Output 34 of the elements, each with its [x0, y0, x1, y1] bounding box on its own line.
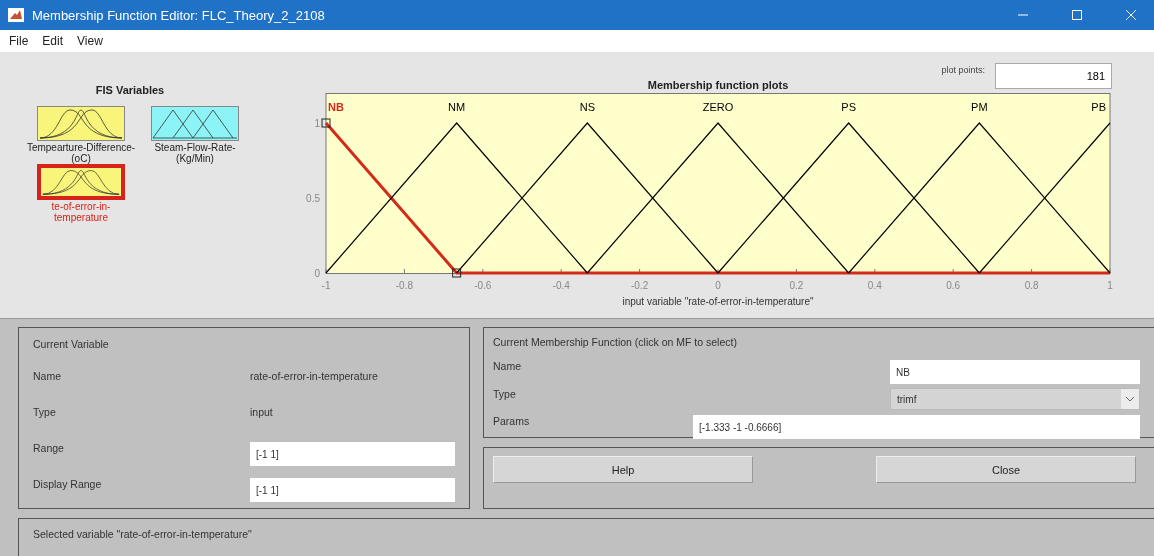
plot-title: Membership function plots [646, 79, 790, 91]
x-tick-label: -1 [321, 280, 331, 291]
field-label: Params [493, 415, 531, 427]
x-tick-label: -0.4 [552, 280, 570, 291]
panel-title: Current Membership Function (click on MF to select) [493, 336, 738, 348]
y-tick-label: 0.5 [306, 193, 320, 204]
x-tick-label: 0.2 [789, 280, 804, 291]
x-tick-label: 0.6 [946, 280, 961, 291]
field-label: Type [33, 406, 57, 418]
y-tick-label: 1 [314, 118, 320, 129]
x-tick-label: -0.8 [395, 280, 413, 291]
plot-points-label: plot points: [941, 65, 985, 75]
field-label: Type [493, 388, 517, 400]
variable-name: te-of-error-in-temperature [50, 201, 112, 223]
x-tick-label: 0.4 [867, 280, 882, 291]
panel-title: Current Variable [33, 338, 110, 350]
status-message: Selected variable "rate-of-error-in-temperature" [33, 528, 252, 540]
x-tick-label: 0.8 [1024, 280, 1039, 291]
field-label: Display Range [33, 478, 103, 490]
y-tick-label: 0 [314, 268, 320, 279]
x-tick-label: 0 [715, 280, 721, 291]
variable-name-value: rate-of-error-in-temperature [250, 370, 379, 382]
variable-name: Steam-Flow-Rate-(Kg/Min) [153, 142, 237, 164]
x-tick-label: -0.2 [631, 280, 649, 291]
x-tick-label: -0.6 [474, 280, 492, 291]
variable-type-value: input [250, 406, 274, 418]
field-label: Name [493, 360, 522, 372]
x-tick-label: 1 [1107, 280, 1113, 291]
field-label: Range [33, 442, 65, 454]
x-axis-label: input variable "rate-of-error-in-temperature" [622, 296, 814, 307]
variable-name: Tempearture-Difference-(oC) [26, 142, 136, 164]
window-title: Membership Function Editor: FLC_Theory_2_2108 [32, 7, 326, 23]
field-label: Name [33, 370, 62, 382]
fis-variables-title: FIS Variables [94, 84, 166, 96]
